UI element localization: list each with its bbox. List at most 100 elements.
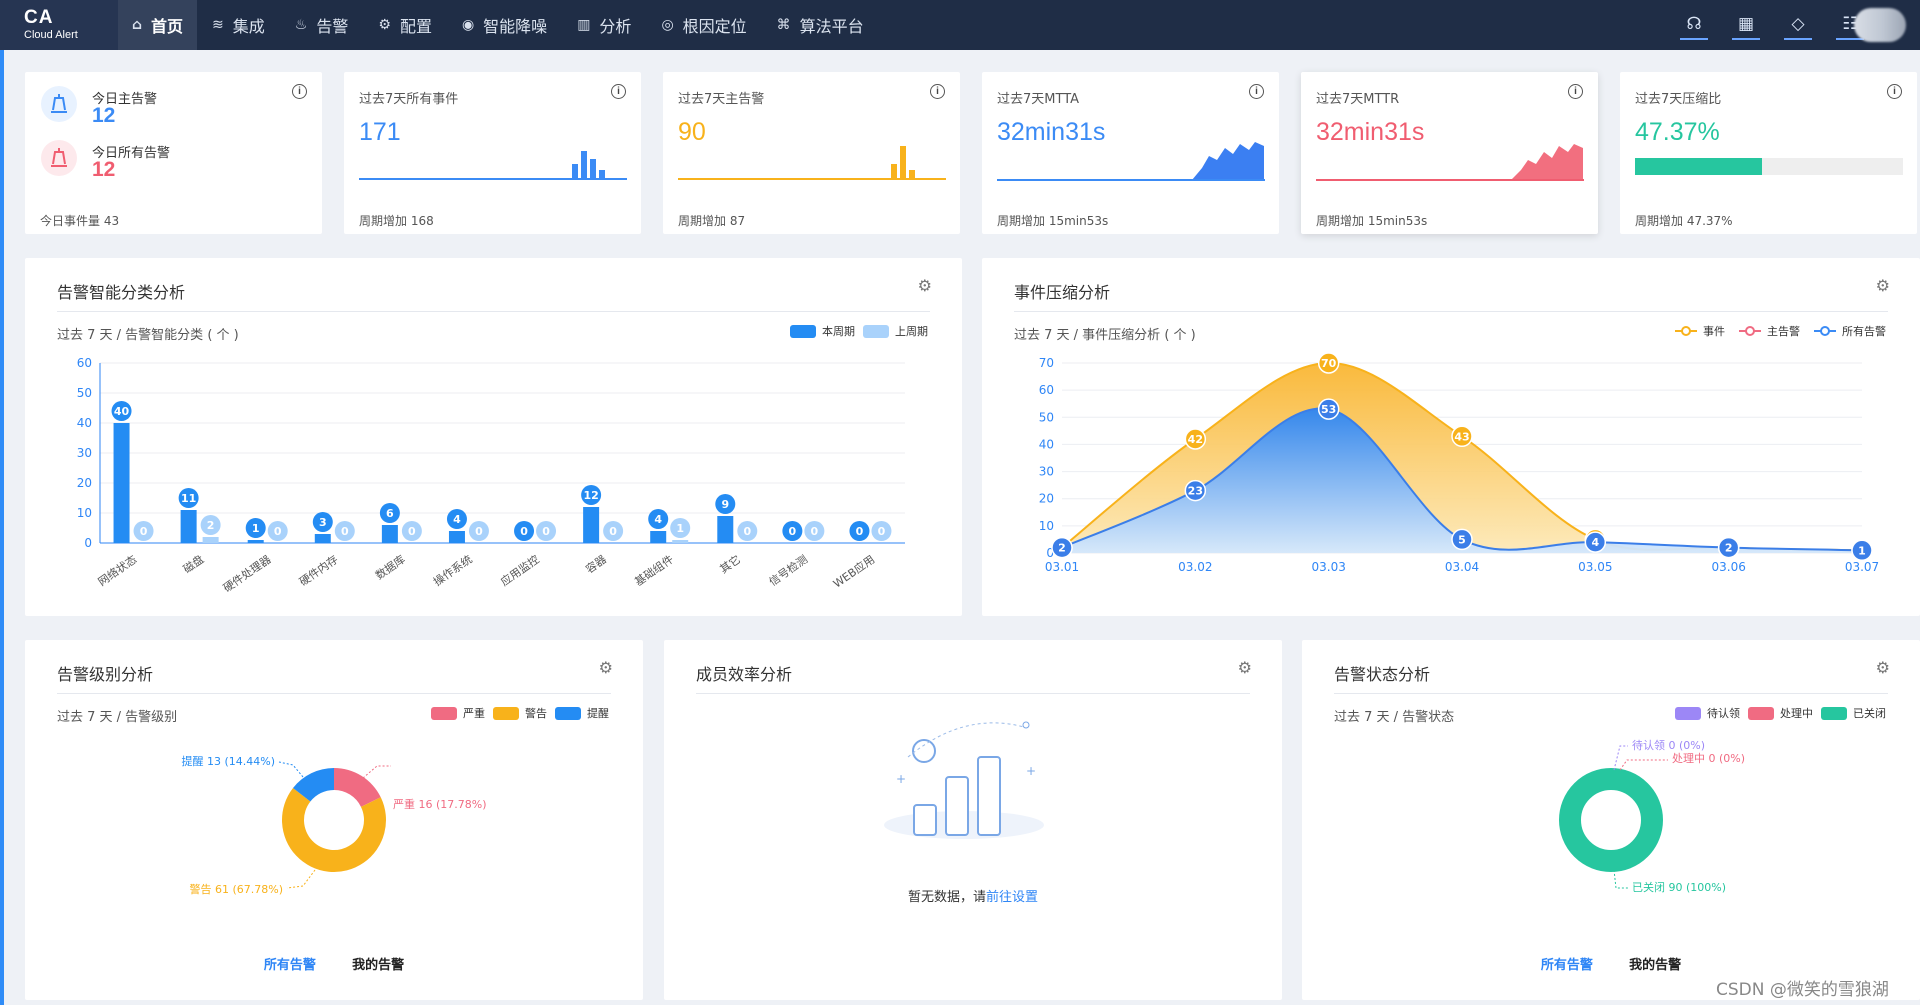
data-label: 0 xyxy=(408,525,416,538)
y-tick-label: 40 xyxy=(77,416,92,430)
app-logo[interactable]: CA Cloud Alert xyxy=(0,0,118,50)
y-tick-label: 20 xyxy=(1039,492,1054,506)
legend-item[interactable]: 待认领 xyxy=(1675,705,1740,721)
nav-item-3[interactable]: ⚙ 配置 xyxy=(363,0,447,50)
nav-item-1[interactable]: ≋ 集成 xyxy=(197,0,280,50)
data-label: 0 xyxy=(789,525,797,538)
legend-item[interactable]: 警告 xyxy=(493,705,547,721)
noise-icon: ◉ xyxy=(461,17,475,33)
info-icon[interactable]: i xyxy=(1249,84,1264,99)
legend-swatch xyxy=(1675,706,1701,720)
x-tick-label: 03.05 xyxy=(1578,560,1612,574)
info-icon[interactable]: i xyxy=(930,84,945,99)
kpi-value: 171 xyxy=(359,118,401,146)
nav-label: 告警 xyxy=(316,17,349,36)
kpi-title: 过去7天MTTA xyxy=(997,92,1080,107)
data-label: 2 xyxy=(207,519,215,532)
data-label: 6 xyxy=(386,507,394,520)
tab-all-alerts[interactable]: 所有告警 xyxy=(264,954,316,973)
data-label: 0 xyxy=(140,525,148,538)
data-label: 0 xyxy=(274,525,282,538)
toolbar: ☊ ▦ ◇ ☷ xyxy=(1680,10,1864,40)
kpi-mtta: i 过去7天MTTA 32min31s 周期增加 15min53s xyxy=(982,72,1279,234)
x-tick-label: 03.06 xyxy=(1711,560,1745,574)
nav-item-2[interactable]: ♨ 告警 xyxy=(280,0,364,50)
tab-my-alerts[interactable]: 我的告警 xyxy=(1629,954,1681,973)
tab-all-alerts[interactable]: 所有告警 xyxy=(1541,954,1593,973)
settings-gear-icon[interactable]: ⚙ xyxy=(1876,276,1890,295)
settings-gear-icon[interactable]: ⚙ xyxy=(1876,658,1890,677)
calendar-icon[interactable]: ▦ xyxy=(1732,10,1760,40)
legend-current[interactable]: 本周期 xyxy=(790,323,855,339)
legend-label: 上周期 xyxy=(895,325,928,338)
mttr-sparkline xyxy=(1316,144,1584,181)
data-label: 42 xyxy=(1188,433,1203,446)
info-icon[interactable]: i xyxy=(611,84,626,99)
settings-gear-icon[interactable]: ⚙ xyxy=(599,658,613,677)
kpi-main-alerts: i 过去7天主告警 90 周期增加 87 xyxy=(663,72,960,234)
tab-my-alerts[interactable]: 我的告警 xyxy=(352,954,404,973)
info-icon[interactable]: i xyxy=(1568,84,1583,99)
legend-item[interactable]: 严重 xyxy=(431,705,485,721)
legend-item[interactable]: 提醒 xyxy=(555,705,609,721)
data-label: 5 xyxy=(1458,533,1466,546)
page-edge-accent xyxy=(0,50,4,1005)
x-tick-label: 基础组件 xyxy=(632,552,676,589)
data-label: 2 xyxy=(1725,542,1733,555)
nav-item-5[interactable]: ▥ 分析 xyxy=(562,0,646,50)
goto-settings-link[interactable]: 前往设置 xyxy=(986,890,1038,905)
x-tick-label: WEB应用 xyxy=(830,552,877,591)
nav-label: 配置 xyxy=(399,17,432,36)
legend-item[interactable]: 处理中 xyxy=(1748,705,1813,721)
mini-bar xyxy=(590,158,596,178)
x-tick-label: 操作系统 xyxy=(431,552,475,589)
kpi-compress-ratio: i 过去7天压缩比 47.37% 周期增加 47.37% xyxy=(1620,72,1917,234)
nav-item-6[interactable]: ◎ 根因定位 xyxy=(646,0,761,50)
y-tick-label: 60 xyxy=(1039,383,1054,397)
x-tick-label: 03.01 xyxy=(1045,560,1079,574)
kpi-value: 47.37% xyxy=(1635,118,1720,146)
leader-line xyxy=(278,761,304,778)
panel-title: 成员效率分析 xyxy=(696,665,793,684)
legend-label: 主告警 xyxy=(1767,325,1800,338)
algorithm-icon: ⌘ xyxy=(776,17,791,33)
data-label: 0 xyxy=(878,525,886,538)
bar xyxy=(583,507,600,543)
data-label: 0 xyxy=(341,525,349,538)
settings-gear-icon[interactable]: ⚙ xyxy=(1238,658,1252,677)
nav-item-4[interactable]: ◉ 智能降噪 xyxy=(447,0,562,50)
x-tick-label: 03.04 xyxy=(1445,560,1479,574)
legend-item[interactable]: 已关闭 xyxy=(1821,705,1886,721)
nav-item-0[interactable]: ⌂ 首页 xyxy=(118,0,198,50)
legend-previous[interactable]: 上周期 xyxy=(863,323,928,339)
legend-item[interactable]: 事件 xyxy=(1675,323,1725,339)
info-icon[interactable]: i xyxy=(1887,84,1902,99)
alarm-icon: ♨ xyxy=(294,17,308,33)
legend-item[interactable]: 主告警 xyxy=(1739,323,1800,339)
svg-text:+: + xyxy=(896,772,906,786)
kpi-title: 过去7天压缩比 xyxy=(1635,92,1722,107)
bar xyxy=(381,525,398,543)
info-icon[interactable]: i xyxy=(292,84,307,99)
settings-gear-icon[interactable]: ⚙ xyxy=(918,276,932,295)
headset-icon[interactable]: ☊ xyxy=(1680,10,1708,40)
slice-annotation: 警告 61 (67.78%) xyxy=(189,882,283,896)
y-tick-label: 70 xyxy=(1039,356,1054,370)
legend-swatch xyxy=(1814,326,1836,336)
y-tick-label: 20 xyxy=(77,476,92,490)
svg-text:+: + xyxy=(1026,764,1036,778)
x-tick-label: 网络状态 xyxy=(95,552,139,589)
avatar[interactable] xyxy=(1854,8,1906,42)
panel-title: 告警状态分析 xyxy=(1334,665,1431,684)
mini-bar xyxy=(900,146,906,178)
bar xyxy=(448,531,465,543)
legend-swatch xyxy=(790,324,816,338)
progress-fill xyxy=(1635,158,1762,175)
divider xyxy=(1334,693,1888,694)
notification-icon[interactable]: ◇ xyxy=(1784,10,1812,40)
data-label: 0 xyxy=(542,525,550,538)
nav-item-7[interactable]: ⌘ 算法平台 xyxy=(762,0,879,50)
legend-item[interactable]: 所有告警 xyxy=(1814,323,1886,339)
legend-swatch xyxy=(431,706,457,720)
empty-state-illustration-icon: + + xyxy=(884,721,1044,839)
